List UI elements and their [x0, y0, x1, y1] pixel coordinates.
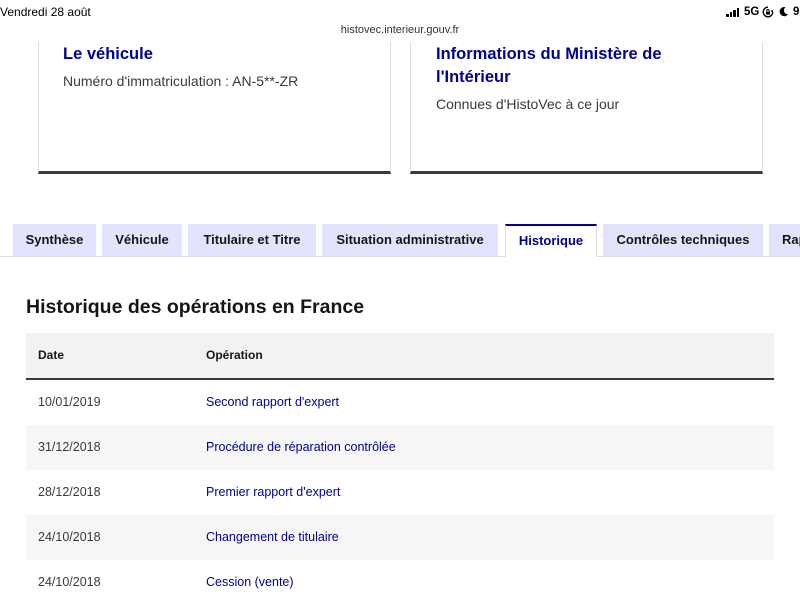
tab-historique[interactable]: Historique — [505, 224, 597, 257]
status-date: Vendredi 28 août — [0, 5, 91, 19]
operation-label: Procédure de réparation contrôlée — [206, 440, 396, 454]
table-row: 31/12/2018 Procédure de réparation contr… — [26, 425, 774, 470]
tab-titulaire-et-titre[interactable]: Titulaire et Titre — [188, 224, 316, 256]
card-vehicle: Le véhicule Numéro d'immatriculation : A… — [38, 42, 391, 174]
signal-icon — [726, 8, 740, 17]
tab-situation-administrative[interactable]: Situation administrative — [322, 224, 498, 256]
operation-date: 31/12/2018 — [38, 440, 101, 454]
card-title-ministry: Informations du Ministère de l'Intérieur — [436, 45, 662, 86]
orientation-lock-icon — [762, 6, 774, 18]
tab-rapport[interactable]: Rap — [769, 224, 800, 256]
history-table: Date Opération 10/01/2019 Second rapport… — [26, 333, 774, 600]
table-header: Date Opération — [26, 333, 774, 380]
registration-number: Numéro d'immatriculation : AN-5**-ZR — [63, 73, 299, 89]
tab-list: Synthèse Véhicule Titulaire et Titre Sit… — [0, 224, 800, 257]
operation-label: Cession (vente) — [206, 575, 294, 589]
battery-level: 9 — [793, 6, 800, 18]
tab-controles-techniques[interactable]: Contrôles techniques — [603, 224, 763, 256]
address-bar[interactable]: histovec.interieur.gouv.fr — [280, 23, 520, 37]
section-title: Historique des opérations en France — [26, 296, 365, 318]
table-row: 28/12/2018 Premier rapport d'expert — [26, 470, 774, 515]
table-row: 24/10/2018 Changement de titulaire — [26, 515, 774, 560]
column-header-date: Date — [38, 348, 65, 362]
network-label: 5G — [744, 6, 760, 18]
operation-date: 24/10/2018 — [38, 530, 101, 544]
operation-date: 28/12/2018 — [38, 485, 101, 499]
operation-date: 10/01/2019 — [38, 395, 101, 409]
table-row: 24/10/2018 Cession (vente) — [26, 560, 774, 600]
operation-date: 24/10/2018 — [38, 575, 101, 589]
operation-label: Premier rapport d'expert — [206, 485, 341, 499]
tab-synthese[interactable]: Synthèse — [13, 224, 96, 256]
moon-icon — [778, 6, 789, 17]
status-bar: Vendredi 28 août 5G 9 — [0, 0, 800, 22]
table-row: 10/01/2019 Second rapport d'expert — [26, 380, 774, 425]
column-header-operation: Opération — [206, 348, 263, 362]
tab-panel-historique: Historique des opérations en France Date… — [0, 256, 800, 600]
table-body: 10/01/2019 Second rapport d'expert 31/12… — [26, 380, 774, 600]
card-ministry-info: Informations du Ministère de l'Intérieur… — [410, 42, 763, 174]
operation-label: Changement de titulaire — [206, 530, 339, 544]
operation-label: Second rapport d'expert — [206, 395, 340, 409]
tab-vehicule[interactable]: Véhicule — [102, 224, 182, 256]
card-description: Connues d'HistoVec à ce jour — [436, 96, 620, 112]
card-title-vehicle: Le véhicule — [63, 45, 153, 63]
